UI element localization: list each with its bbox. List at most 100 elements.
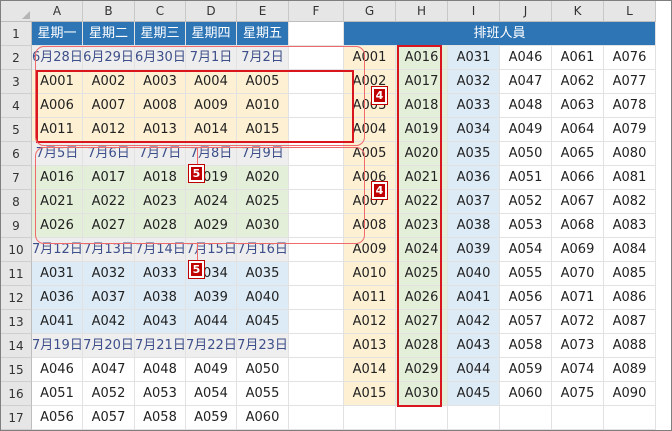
staff-cell[interactable]: A041 xyxy=(448,286,500,310)
staff-cell[interactable]: A065 xyxy=(552,142,604,166)
staff-cell[interactable]: A087 xyxy=(604,310,656,334)
staff-cell[interactable]: A052 xyxy=(500,190,552,214)
date-cell[interactable]: 7月23日 xyxy=(237,334,289,358)
schedule-cell[interactable]: A040 xyxy=(237,286,289,310)
schedule-cell[interactable]: A038 xyxy=(135,286,186,310)
staff-cell[interactable]: A082 xyxy=(604,190,656,214)
staff-cell[interactable]: A071 xyxy=(552,286,604,310)
empty-cell[interactable] xyxy=(604,406,656,430)
cell-f1[interactable] xyxy=(289,22,344,46)
column-header-j[interactable]: J xyxy=(500,1,552,22)
schedule-cell[interactable]: A032 xyxy=(83,262,135,286)
staff-cell[interactable]: A042 xyxy=(448,310,500,334)
staff-cell[interactable]: A073 xyxy=(552,334,604,358)
cell-f15[interactable] xyxy=(289,358,344,382)
schedule-cell[interactable]: A037 xyxy=(83,286,135,310)
staff-cell[interactable]: A062 xyxy=(552,70,604,94)
schedule-cell[interactable]: A057 xyxy=(83,406,135,430)
schedule-cell[interactable]: A043 xyxy=(135,310,186,334)
empty-cell[interactable] xyxy=(448,406,500,430)
staff-cell[interactable]: A080 xyxy=(604,142,656,166)
cell-f17[interactable] xyxy=(289,406,344,430)
staff-cell[interactable]: A054 xyxy=(500,238,552,262)
row-header-17[interactable]: 17 xyxy=(1,406,32,430)
schedule-cell[interactable]: A036 xyxy=(32,286,83,310)
staff-cell[interactable]: A083 xyxy=(604,214,656,238)
staff-cell[interactable]: A059 xyxy=(500,358,552,382)
staff-cell[interactable]: A010 xyxy=(344,262,396,286)
empty-cell[interactable] xyxy=(500,406,552,430)
column-header-i[interactable]: I xyxy=(448,1,500,22)
staff-cell[interactable]: A075 xyxy=(552,382,604,406)
schedule-cell[interactable]: A044 xyxy=(186,310,237,334)
staff-cell[interactable]: A043 xyxy=(448,334,500,358)
row-header-15[interactable]: 15 xyxy=(1,358,32,382)
schedule-cell[interactable]: A049 xyxy=(186,358,237,382)
staff-cell[interactable]: A033 xyxy=(448,94,500,118)
staff-cell[interactable]: A078 xyxy=(604,94,656,118)
column-header-h[interactable]: H xyxy=(396,1,448,22)
schedule-cell[interactable]: A056 xyxy=(32,406,83,430)
staff-cell[interactable]: A053 xyxy=(500,214,552,238)
weekday-header[interactable]: 星期一 xyxy=(32,22,83,46)
schedule-cell[interactable]: A052 xyxy=(83,382,135,406)
staff-cell[interactable]: A013 xyxy=(344,334,396,358)
staff-cell[interactable]: A057 xyxy=(500,310,552,334)
schedule-cell[interactable]: A041 xyxy=(32,310,83,334)
schedule-cell[interactable]: A060 xyxy=(237,406,289,430)
row-header-6[interactable]: 6 xyxy=(1,142,32,166)
weekday-header[interactable]: 星期四 xyxy=(186,22,237,46)
row-header-13[interactable]: 13 xyxy=(1,310,32,334)
column-header-f[interactable]: F xyxy=(289,1,344,22)
row-header-11[interactable]: 11 xyxy=(1,262,32,286)
staff-cell[interactable]: A088 xyxy=(604,334,656,358)
date-cell[interactable]: 7月20日 xyxy=(83,334,135,358)
staff-cell[interactable]: A038 xyxy=(448,214,500,238)
staff-cell[interactable]: A056 xyxy=(500,286,552,310)
row-header-3[interactable]: 3 xyxy=(1,70,32,94)
row-header-8[interactable]: 8 xyxy=(1,190,32,214)
staff-cell[interactable]: A060 xyxy=(500,382,552,406)
row-header-12[interactable]: 12 xyxy=(1,286,32,310)
schedule-cell[interactable]: A055 xyxy=(237,382,289,406)
staff-cell[interactable]: A086 xyxy=(604,286,656,310)
select-all-corner[interactable] xyxy=(1,1,33,22)
staff-cell[interactable]: A084 xyxy=(604,238,656,262)
staff-cell[interactable]: A061 xyxy=(552,46,604,70)
cell-f14[interactable] xyxy=(289,334,344,358)
staff-cell[interactable]: A070 xyxy=(552,262,604,286)
empty-cell[interactable] xyxy=(344,406,396,430)
schedule-cell[interactable]: A053 xyxy=(135,382,186,406)
row-header-14[interactable]: 14 xyxy=(1,334,32,358)
staff-cell[interactable]: A048 xyxy=(500,94,552,118)
row-header-5[interactable]: 5 xyxy=(1,118,32,142)
row-header-9[interactable]: 9 xyxy=(1,214,32,238)
staff-cell[interactable]: A034 xyxy=(448,118,500,142)
staff-cell[interactable]: A040 xyxy=(448,262,500,286)
staff-cell[interactable]: A037 xyxy=(448,190,500,214)
staff-cell[interactable]: A066 xyxy=(552,166,604,190)
schedule-cell[interactable]: A051 xyxy=(32,382,83,406)
schedule-cell[interactable]: A059 xyxy=(186,406,237,430)
cell-f16[interactable] xyxy=(289,382,344,406)
staff-list-title[interactable]: 排班人員 xyxy=(344,22,656,46)
staff-cell[interactable]: A032 xyxy=(448,70,500,94)
cell-f13[interactable] xyxy=(289,310,344,334)
column-header-a[interactable]: A xyxy=(32,1,83,22)
staff-cell[interactable]: A063 xyxy=(552,94,604,118)
staff-cell[interactable]: A067 xyxy=(552,190,604,214)
schedule-cell[interactable]: A054 xyxy=(186,382,237,406)
staff-cell[interactable]: A045 xyxy=(448,382,500,406)
date-cell[interactable]: 7月22日 xyxy=(186,334,237,358)
row-header-4[interactable]: 4 xyxy=(1,94,32,118)
staff-cell[interactable]: A046 xyxy=(500,46,552,70)
schedule-cell[interactable]: A048 xyxy=(135,358,186,382)
empty-cell[interactable] xyxy=(552,406,604,430)
staff-cell[interactable]: A035 xyxy=(448,142,500,166)
staff-cell[interactable]: A069 xyxy=(552,238,604,262)
staff-cell[interactable]: A011 xyxy=(344,286,396,310)
staff-cell[interactable]: A074 xyxy=(552,358,604,382)
schedule-cell[interactable]: A058 xyxy=(135,406,186,430)
column-header-e[interactable]: E xyxy=(237,1,289,22)
schedule-cell[interactable]: A050 xyxy=(237,358,289,382)
